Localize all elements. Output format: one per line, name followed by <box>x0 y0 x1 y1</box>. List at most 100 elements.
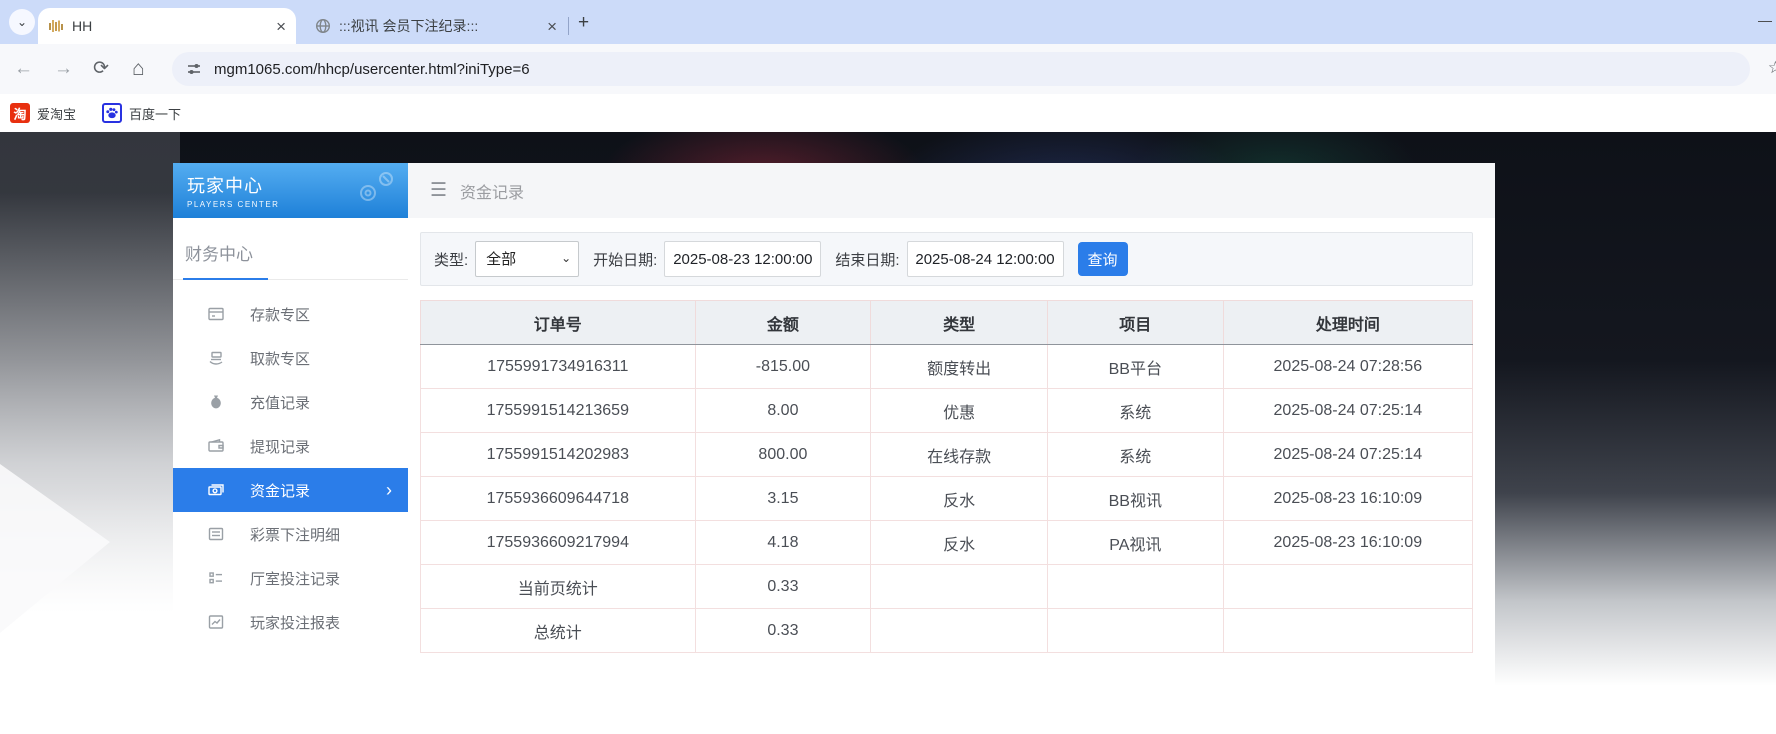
deposit-card-icon <box>207 305 225 323</box>
end-date-input[interactable] <box>907 241 1064 277</box>
sidebar-item-lottery-bet-details[interactable]: 彩票下注明细 <box>173 512 408 556</box>
sidebar-item-label: 充值记录 <box>250 392 310 413</box>
bookmark-baidu[interactable]: 百度一下 <box>102 103 181 123</box>
empty-cell <box>871 609 1048 653</box>
sidebar-item-label: 厅室投注记录 <box>250 568 340 589</box>
section-underline <box>173 279 408 280</box>
cell-project: 系统 <box>1047 389 1223 433</box>
cell-amount: 800.00 <box>695 433 871 477</box>
gamepad-icon <box>356 171 398 201</box>
sidebar-item-withdrawal-records[interactable]: 提现记录 <box>173 424 408 468</box>
sidebar-item-label: 玩家投注报表 <box>250 612 340 633</box>
summary-amount: 0.33 <box>695 609 871 653</box>
sidebar-item-label: 资金记录 <box>250 480 310 501</box>
hamburger-icon[interactable]: ☰ <box>430 179 447 202</box>
banknotes-icon <box>207 481 225 499</box>
sidebar-item-player-bet-report[interactable]: 玩家投注报表 <box>173 600 408 644</box>
search-button[interactable]: 查询 <box>1078 242 1128 276</box>
sidebar-item-recharge-records[interactable]: 充值记录 <box>173 380 408 424</box>
tab-hh[interactable]: HH × <box>38 8 296 44</box>
cell-project: BB平台 <box>1047 345 1223 389</box>
reload-button-icon[interactable]: ⟳ <box>93 56 109 81</box>
start-date-label: 开始日期: <box>593 249 657 270</box>
sidebar-item-hall-bet-records[interactable]: 厅室投注记录 <box>173 556 408 600</box>
type-label: 类型: <box>434 249 468 270</box>
tab-search-button[interactable]: ⌄ <box>9 9 35 35</box>
new-tab-button[interactable]: + <box>578 13 589 32</box>
empty-cell <box>871 565 1048 609</box>
cell-order-id: 1755936609217994 <box>421 521 696 565</box>
main-content: ☰ 资金记录 类型: 全部 ⌄ 开始日期: 结束日期: 查询 订单号 金额 类型… <box>408 163 1495 734</box>
bookmark-label: 爱淘宝 <box>37 104 76 123</box>
tab-video-records[interactable]: :::视讯 会员下注纪录::: × <box>305 8 567 44</box>
tab-title: HH <box>72 18 268 34</box>
filter-bar: 类型: 全部 ⌄ 开始日期: 结束日期: 查询 <box>420 232 1473 286</box>
cell-process-time: 2025-08-24 07:25:14 <box>1223 389 1472 433</box>
tab-close-icon[interactable]: × <box>547 18 557 35</box>
col-project: 项目 <box>1047 301 1223 345</box>
sidebar-item-withdraw-zone[interactable]: 取款专区 <box>173 336 408 380</box>
summary-label: 当前页统计 <box>421 565 696 609</box>
table-row: 1755936609644718 3.15 反水 BB视讯 2025-08-23… <box>421 477 1473 521</box>
chevron-right-icon: › <box>386 481 392 499</box>
table-row: 1755991734916311 -815.00 额度转出 BB平台 2025-… <box>421 345 1473 389</box>
bookmark-star-icon[interactable]: ☆ <box>1768 58 1776 78</box>
home-button-icon[interactable]: ⌂ <box>132 56 145 81</box>
empty-cell <box>1047 565 1223 609</box>
cell-amount: 4.18 <box>695 521 871 565</box>
sidebar-menu: 存款专区 取款专区 充值记录 <box>173 292 408 644</box>
cell-amount: 3.15 <box>695 477 871 521</box>
cell-amount: 8.00 <box>695 389 871 433</box>
forward-button-icon[interactable]: → <box>54 56 73 81</box>
funds-table: 订单号 金额 类型 项目 处理时间 1755991734916311 -815.… <box>420 300 1473 653</box>
summary-label: 总统计 <box>421 609 696 653</box>
bookmark-taobao[interactable]: 淘 爱淘宝 <box>10 103 76 123</box>
bookmarks-bar: 淘 爱淘宝 百度一下 <box>0 94 1776 132</box>
sidebar-item-label: 取款专区 <box>250 348 310 369</box>
url-text[interactable]: mgm1065.com/hhcp/usercenter.html?iniType… <box>214 61 530 78</box>
chart-report-icon <box>207 613 225 631</box>
cell-project: 系统 <box>1047 433 1223 477</box>
end-date-label: 结束日期: <box>835 249 899 270</box>
summary-amount: 0.33 <box>695 565 871 609</box>
content-topbar: ☰ 资金记录 <box>408 163 1495 218</box>
sidebar-item-funds-records[interactable]: 资金记录 › <box>173 468 408 512</box>
list-document-icon <box>207 525 225 543</box>
wallet-icon <box>207 437 225 455</box>
cell-project: BB视讯 <box>1047 477 1223 521</box>
site-settings-icon[interactable] <box>186 61 202 77</box>
summary-row-current-page: 当前页统计 0.33 <box>421 565 1473 609</box>
cell-type: 额度转出 <box>871 345 1048 389</box>
finance-center-section-title: 财务中心 <box>173 218 408 265</box>
cell-type: 在线存款 <box>871 433 1048 477</box>
bookmark-label: 百度一下 <box>129 104 181 123</box>
back-button-icon[interactable]: ← <box>14 56 33 81</box>
empty-cell <box>1223 565 1472 609</box>
cell-process-time: 2025-08-24 07:25:14 <box>1223 433 1472 477</box>
browser-toolbar: ← → ⟳ ⌂ mgm1065.com/hhcp/usercenter.html… <box>0 44 1776 94</box>
summary-row-total: 总统计 0.33 <box>421 609 1473 653</box>
cell-project: PA视讯 <box>1047 521 1223 565</box>
cell-order-id: 1755936609644718 <box>421 477 696 521</box>
money-bag-icon <box>207 393 225 411</box>
tab-title: :::视讯 会员下注纪录::: <box>339 16 539 36</box>
start-date-input[interactable] <box>664 241 821 277</box>
type-select[interactable]: 全部 <box>475 241 579 277</box>
cell-type: 反水 <box>871 521 1048 565</box>
globe-icon <box>315 18 331 34</box>
table-header-row: 订单号 金额 类型 项目 处理时间 <box>421 301 1473 345</box>
tab-close-icon[interactable]: × <box>276 18 286 35</box>
tab-divider <box>568 17 569 35</box>
hand-money-icon <box>207 349 225 367</box>
cell-type: 优惠 <box>871 389 1048 433</box>
address-bar[interactable]: mgm1065.com/hhcp/usercenter.html?iniType… <box>172 52 1750 86</box>
baidu-paw-icon <box>102 103 122 123</box>
sidebar-item-label: 存款专区 <box>250 304 310 325</box>
cell-order-id: 1755991514202983 <box>421 433 696 477</box>
window-minimize-button[interactable]: — <box>1758 12 1772 28</box>
empty-cell <box>1047 609 1223 653</box>
funds-table-wrap: 订单号 金额 类型 项目 处理时间 1755991734916311 -815.… <box>420 300 1473 653</box>
cell-process-time: 2025-08-23 16:10:09 <box>1223 521 1472 565</box>
col-amount: 金额 <box>695 301 871 345</box>
sidebar-item-deposit-zone[interactable]: 存款专区 <box>173 292 408 336</box>
